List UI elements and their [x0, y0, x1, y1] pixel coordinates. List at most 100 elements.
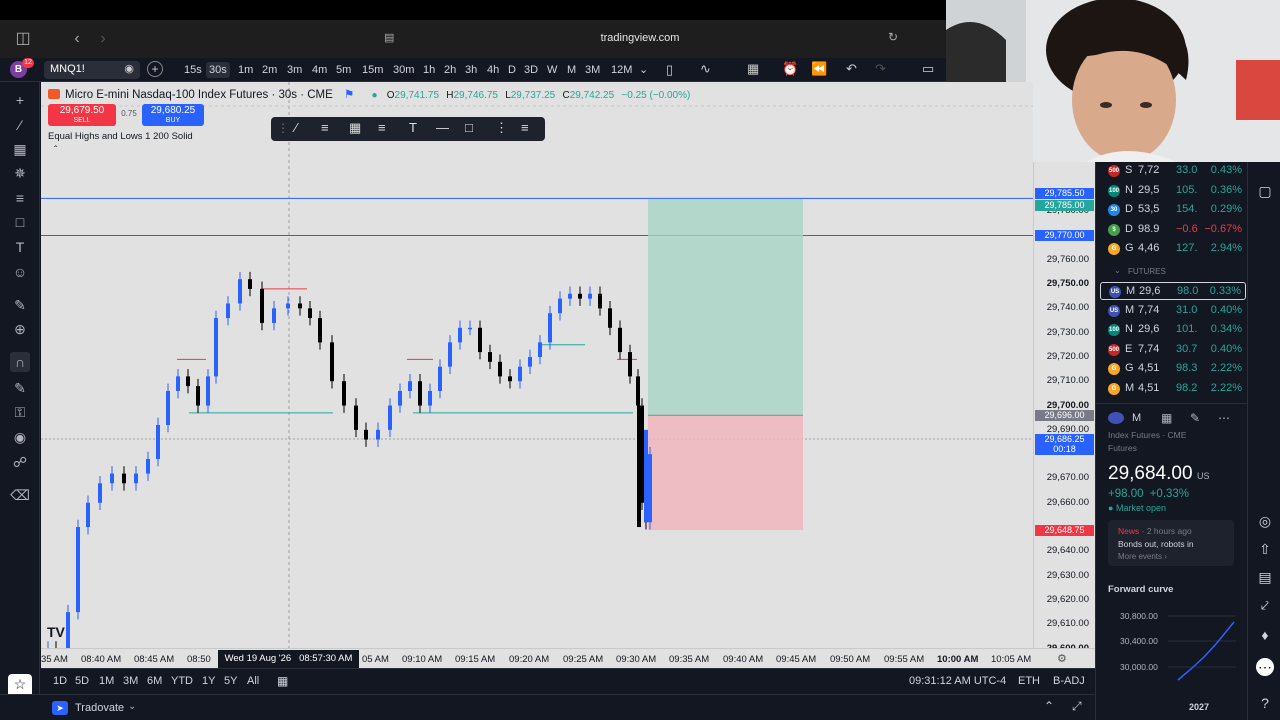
- range-YTD[interactable]: YTD: [171, 675, 193, 687]
- range-1M[interactable]: 1M: [99, 675, 114, 687]
- timeframe-2m[interactable]: 2m: [259, 62, 280, 78]
- address-bar[interactable]: ▤ tradingview.com ↻: [380, 29, 900, 49]
- pattern-icon[interactable]: ✵: [10, 163, 30, 183]
- collapse-legend-icon[interactable]: ˆ: [54, 145, 57, 156]
- watchlist-row[interactable]: G G 4,51 98.3 2.22%: [1100, 360, 1246, 378]
- timeframe-4m[interactable]: 4m: [309, 62, 330, 78]
- hotlist-icon[interactable]: ⇧: [1256, 540, 1274, 558]
- chart-pane[interactable]: Micro E-mini Nasdaq-100 Index Futures · …: [41, 82, 1033, 648]
- timeframe-1m[interactable]: 1m: [235, 62, 256, 78]
- broker-dropdown-icon[interactable]: ⌄: [128, 701, 136, 712]
- time-axis[interactable]: 10:05 AM 10:00 AM 09:55 AM 09:50 AM 09:45 AM…: [41, 648, 1095, 668]
- timeframe-1h[interactable]: 1h: [420, 62, 438, 78]
- compare-add-icon[interactable]: +: [147, 61, 163, 77]
- timeframe-30m[interactable]: 30m: [390, 62, 417, 78]
- chevron-left-icon[interactable]: ‹: [66, 30, 88, 48]
- fullscreen-icon[interactable]: ▭: [922, 61, 934, 77]
- news-card[interactable]: News · 2 hours ago Bonds out, robots in …: [1108, 520, 1234, 566]
- timeframe-15s[interactable]: 15s: [181, 62, 205, 78]
- layouts-icon[interactable]: ▦: [747, 61, 759, 77]
- timeframe-3M[interactable]: 3M: [582, 62, 603, 78]
- crosshair-icon[interactable]: +: [10, 90, 30, 110]
- more-tools-icon[interactable]: ≡: [521, 120, 529, 135]
- watchlist-row[interactable]: US M 29,6 98.0 0.33%: [1100, 282, 1246, 300]
- date-range-icon[interactable]: ▦: [277, 674, 288, 688]
- candles-icon[interactable]: ▯: [666, 62, 673, 78]
- price-axis[interactable]: 29,780.0029,760.0029,750.0029,740.0029,7…: [1033, 162, 1095, 654]
- ruler-icon[interactable]: ✎: [10, 295, 30, 315]
- range-5D[interactable]: 5D: [75, 675, 89, 687]
- emoji-icon[interactable]: ☺: [10, 262, 30, 282]
- watchlist-row[interactable]: 100 N 29,5 105. 0.36%: [1100, 182, 1246, 200]
- shapes-icon[interactable]: □: [10, 212, 30, 232]
- timeframe-3D[interactable]: 3D: [521, 62, 541, 78]
- timeframe-30s[interactable]: 30s: [206, 62, 230, 78]
- section-chevron-icon[interactable]: ⌄: [1114, 266, 1121, 275]
- vertical-line-icon[interactable]: ⋮: [495, 120, 508, 136]
- notifications-icon[interactable]: ♦: [1256, 626, 1274, 644]
- drawing-mode-icon[interactable]: ✎: [10, 378, 30, 398]
- more-options-icon[interactable]: ⋯: [1218, 411, 1230, 425]
- timeframe-3m[interactable]: 3m: [284, 62, 305, 78]
- trash-icon[interactable]: ⌫: [10, 485, 30, 505]
- chat-icon[interactable]: ▢: [1256, 182, 1274, 200]
- range-All[interactable]: All: [247, 675, 259, 687]
- sell-button[interactable]: 29,679.50 SELL: [48, 104, 116, 126]
- timeframe-15m[interactable]: 15m: [359, 62, 386, 78]
- undo-icon[interactable]: ↶: [846, 61, 857, 77]
- zoom-icon[interactable]: ⊕: [10, 319, 30, 339]
- range-5Y[interactable]: 5Y: [224, 675, 237, 687]
- watchlist-section-label[interactable]: FUTURES: [1128, 267, 1166, 276]
- redo-icon[interactable]: ↷: [875, 61, 886, 77]
- timeframe-3h[interactable]: 3h: [462, 62, 480, 78]
- symbol-search[interactable]: MNQ1! ◉: [44, 61, 140, 79]
- indicator-legend[interactable]: Equal Highs and Lows 1 200 Solid: [48, 131, 193, 142]
- eye-icon[interactable]: ◉: [124, 62, 134, 75]
- link-icon[interactable]: ☍: [10, 452, 30, 472]
- timeframe-2h[interactable]: 2h: [441, 62, 459, 78]
- calendar-icon[interactable]: ▤: [1256, 568, 1274, 586]
- help-icon[interactable]: ?: [1256, 694, 1274, 712]
- target-icon[interactable]: ◎: [1256, 512, 1274, 530]
- line-tool-icon[interactable]: ∕: [295, 120, 297, 135]
- magnet-icon[interactable]: ∩: [10, 352, 30, 372]
- text-icon[interactable]: T: [10, 237, 30, 257]
- horizontal-line-icon[interactable]: —: [436, 120, 449, 135]
- replay-icon[interactable]: ⏪: [811, 61, 827, 77]
- pitchfork-icon[interactable]: ≡: [321, 120, 329, 135]
- lock-icon[interactable]: ⚿: [10, 402, 30, 422]
- levels-tool-icon[interactable]: ≡: [378, 120, 386, 135]
- visibility-icon[interactable]: ◉: [10, 427, 30, 447]
- forecast-icon[interactable]: ≡: [10, 188, 30, 208]
- grid-tool-icon[interactable]: ▦: [349, 120, 361, 136]
- maximize-panel-icon[interactable]: ⤢: [1072, 699, 1082, 714]
- timeframe-M[interactable]: M: [564, 62, 579, 78]
- drag-handle-icon[interactable]: ⋮: [277, 121, 289, 135]
- apps-grid-icon[interactable]: ⋯: [1256, 658, 1274, 676]
- axis-settings-icon[interactable]: ⚙: [1057, 652, 1067, 665]
- clock-text[interactable]: 09:31:12 AM UTC-4: [909, 675, 1006, 687]
- alert-icon[interactable]: ⏰: [782, 61, 798, 77]
- watchlist-row[interactable]: G M 4,51 98.2 2.22%: [1100, 380, 1246, 398]
- rectangle-tool-icon[interactable]: □: [465, 120, 473, 135]
- chevron-right-icon[interactable]: ›: [92, 30, 114, 48]
- watchlist-row[interactable]: 30 D 53,5 154. 0.29%: [1100, 201, 1246, 219]
- range-3M[interactable]: 3M: [123, 675, 138, 687]
- timeframe-D[interactable]: D: [505, 62, 519, 78]
- buy-button[interactable]: 29,680.25 BUY: [142, 104, 204, 126]
- watchlist-row[interactable]: US M 7,74 31.0 0.40%: [1100, 302, 1246, 320]
- timeframe-4h[interactable]: 4h: [484, 62, 502, 78]
- stream-icon[interactable]: ⤦: [1256, 596, 1274, 614]
- more-events-link[interactable]: More events ›: [1118, 552, 1167, 561]
- fib-icon[interactable]: ▦: [10, 139, 30, 159]
- watchlist-row[interactable]: G G 4,46 127. 2.94%: [1100, 240, 1246, 258]
- sidebar-toggle-icon[interactable]: ◫: [12, 30, 34, 48]
- reload-icon[interactable]: ↻: [888, 30, 898, 44]
- collapse-panel-icon[interactable]: ⌃: [1044, 699, 1054, 713]
- range-1Y[interactable]: 1Y: [202, 675, 215, 687]
- timeframe-5m[interactable]: 5m: [333, 62, 354, 78]
- edit-note-icon[interactable]: ✎: [1190, 411, 1200, 425]
- watchlist-row[interactable]: 500 E 7,74 30.7 0.40%: [1100, 341, 1246, 359]
- grid-view-icon[interactable]: ▦: [1161, 411, 1172, 425]
- session-toggle[interactable]: ETH: [1018, 675, 1040, 687]
